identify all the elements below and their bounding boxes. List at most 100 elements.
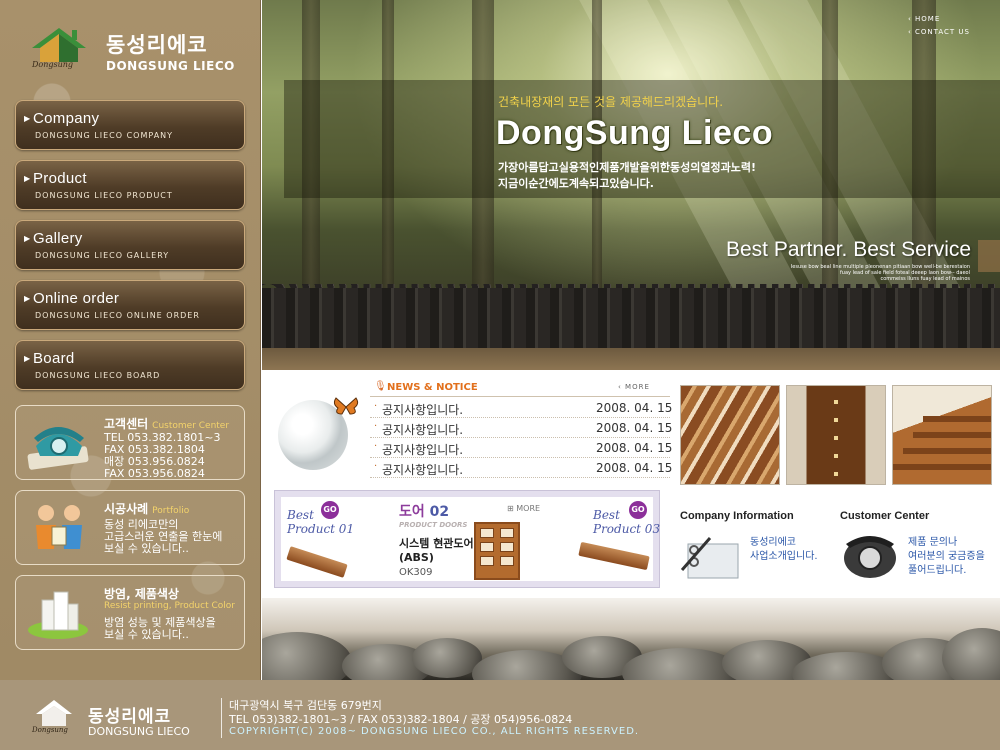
footer-brand-en: DONGSUNG LIECO [88, 725, 190, 738]
buildings-icon [28, 591, 88, 639]
home-link[interactable]: ‹ HOME [908, 13, 970, 26]
footer-contact: TEL 053)382-1801~3 / FAX 053)382-1804 / … [229, 713, 573, 726]
sidebar: Dongsung 동성리에코 DONGSUNG LIECO ▶ Company … [0, 0, 261, 680]
product-02-door-image[interactable] [474, 522, 520, 580]
customer-center-box[interactable]: 고객센터 Customer Center TEL 053.382.1801~3 F… [15, 405, 245, 480]
product-02-code: OK309 [399, 567, 433, 578]
portfolio-title-kr: 시공사례 [104, 502, 149, 516]
telephone-icon [27, 427, 89, 470]
menu-subtitle: DONGSUNG LIECO COMPANY [35, 131, 174, 140]
news-item-date: 2008. 04. 15 [596, 401, 673, 415]
product-category: PRODUCT DOORS [399, 521, 468, 529]
news-item[interactable]: · 공지사항입니다. 2008. 04. 15 [370, 398, 673, 418]
footer-signature: Dongsung [32, 726, 68, 734]
menu-title: Board [33, 350, 75, 367]
hero-fine-print: Iesuse bow beal line multiple pleonenan … [790, 264, 970, 282]
footer-logo-icon [36, 700, 72, 726]
menu-online-order-button[interactable]: ▶ Online order DONGSUNG LIECO ONLINE ORD… [15, 280, 245, 330]
footer-copyright: COPYRIGHT(C) 2008~ DONGSUNG LIECO CO., A… [229, 726, 640, 737]
menu-subtitle: DONGSUNG LIECO GALLERY [35, 251, 170, 260]
river-stones-image [262, 598, 1000, 680]
door-thumbnail[interactable] [786, 385, 886, 485]
menu-title: Online order [33, 290, 120, 307]
product-showcase: Best Product 01 GO 도어 02 PRODUCT DOORS ⊞… [274, 490, 660, 588]
news-item-date: 2008. 04. 15 [596, 461, 673, 475]
hero-banner: 건축내장재의 모든 것을 제공해드리겠습니다. DongSung Lieco 가… [262, 0, 1000, 370]
menu-title: Product [33, 170, 87, 187]
product-02-name: 시스템 현관도어 (ABS) [399, 537, 474, 564]
go-product-03-button[interactable]: GO [629, 501, 647, 519]
brand-name-en: DONGSUNG LIECO [106, 59, 235, 73]
product-03-image[interactable] [578, 541, 650, 571]
butterfly-icon [333, 397, 359, 415]
news-item-title: 공지사항입니다. [382, 403, 464, 417]
product-more-label: MORE [516, 504, 541, 513]
arrow-right-icon: ▶ [24, 114, 31, 123]
news-notice-section: 🎙 NEWS & NOTICE ‹ MORE · 공지사항입니다. 2008. … [262, 372, 672, 482]
arrow-right-icon: ▶ [24, 234, 31, 243]
resist-text: 방염 성능 및 제품색상을 보실 수 있습니다.. [104, 616, 216, 641]
news-more-link[interactable]: ‹ MORE [618, 383, 650, 391]
microphone-icon: 🎙 [374, 381, 387, 392]
resist-title: 방염, 제품색상 [104, 587, 179, 601]
news-item-title: 공지사항입니다. [382, 423, 464, 437]
stairs-thumbnail[interactable] [892, 385, 992, 485]
product-02-title: 도어 02 [399, 501, 449, 521]
brand-name-kr: 동성리에코 [106, 33, 208, 57]
portfolio-box[interactable]: 시공사례 Portfolio 동성 리에코만의 고급스러운 연출을 한눈에 보실 … [15, 490, 245, 565]
top-nav: ‹ HOME ‹ CONTACT US [908, 13, 970, 39]
product-more-link[interactable]: ⊞ MORE [507, 504, 540, 513]
customer-center-text[interactable]: 제품 문의나 여러분의 궁금증을 풀어드립니다. [908, 536, 985, 578]
portfolio-title: 시공사례 Portfolio [104, 500, 189, 517]
news-item[interactable]: · 공지사항입니다. 2008. 04. 15 [370, 418, 673, 438]
product-02-number: 02 [429, 504, 450, 520]
hero-description: 가장아름답고실용적인제품개발을위한동성의열정과노력! 지금이순간에도계속되고있습… [498, 161, 757, 190]
menu-gallery-button[interactable]: ▶ Gallery DONGSUNG LIECO GALLERY [15, 220, 245, 270]
go-product-01-button[interactable]: GO [321, 501, 339, 519]
product-02-title-kr: 도어 [399, 504, 425, 520]
arrow-right-icon: ▶ [24, 174, 31, 183]
resist-title-en: Resist printing, Product Color [104, 601, 235, 611]
menu-company-button[interactable]: ▶ Company DONGSUNG LIECO COMPANY [15, 100, 245, 150]
menu-product-button[interactable]: ▶ Product DONGSUNG LIECO PRODUCT [15, 160, 245, 210]
news-item-title: 공지사항입니다. [382, 443, 464, 457]
company-info-text[interactable]: 동성리에코 사업소개입니다. [750, 536, 818, 564]
best-product-03-label[interactable]: Best Product 03 [593, 508, 660, 536]
customer-center-title: 고객센터 Customer Center [104, 415, 229, 432]
hero-tagline: 건축내장재의 모든 것을 제공해드리겠습니다. [498, 95, 724, 109]
home-link-label: HOME [915, 15, 941, 23]
customer-center-heading[interactable]: Customer Center [840, 510, 929, 522]
customer-center-title-en: Customer Center [152, 421, 230, 431]
portfolio-text: 동성 리에코만의 고급스러운 연출을 한눈에 보실 수 있습니다.. [104, 518, 223, 555]
news-item-title: 공지사항입니다. [382, 463, 464, 477]
news-item-date: 2008. 04. 15 [596, 421, 673, 435]
customer-center-contacts: TEL 053.382.1801~3 FAX 053.382.1804 매장 0… [104, 431, 221, 480]
news-item[interactable]: · 공지사항입니다. 2008. 04. 15 [370, 438, 673, 458]
menu-subtitle: DONGSUNG LIECO PRODUCT [35, 191, 173, 200]
menu-title: Gallery [33, 230, 83, 247]
hero-slogan: Best Partner. Best Service [726, 238, 972, 261]
customer-center-title-kr: 고객센터 [104, 417, 149, 431]
phone-icon [844, 536, 896, 578]
logo-signature: Dongsung [32, 60, 74, 69]
resist-color-box[interactable]: 방염, 제품색상 Resist printing, Product Color … [15, 575, 245, 650]
product-01-image[interactable] [286, 546, 348, 578]
binder-icon [680, 537, 739, 579]
news-more-label: MORE [625, 383, 650, 391]
menu-subtitle: DONGSUNG LIECO BOARD [35, 371, 161, 380]
molding-thumbnail[interactable] [680, 385, 780, 485]
roof-tiles [262, 288, 1000, 348]
menu-board-button[interactable]: ▶ Board DONGSUNG LIECO BOARD [15, 340, 245, 390]
footer-brand-kr: 동성리에코 [88, 707, 172, 727]
brand-logo[interactable]: Dongsung 동성리에코 DONGSUNG LIECO [28, 22, 243, 80]
contact-us-link[interactable]: ‹ CONTACT US [908, 26, 970, 39]
arrow-right-icon: ▶ [24, 354, 31, 363]
company-info-title[interactable]: Company Information [680, 510, 794, 522]
people-icon [36, 505, 82, 549]
news-item[interactable]: · 공지사항입니다. 2008. 04. 15 [370, 458, 673, 478]
portfolio-title-en: Portfolio [152, 506, 190, 516]
menu-title: Company [33, 110, 100, 127]
contact-link-label: CONTACT US [915, 28, 970, 36]
arrow-right-icon: ▶ [24, 294, 31, 303]
news-item-date: 2008. 04. 15 [596, 441, 673, 455]
